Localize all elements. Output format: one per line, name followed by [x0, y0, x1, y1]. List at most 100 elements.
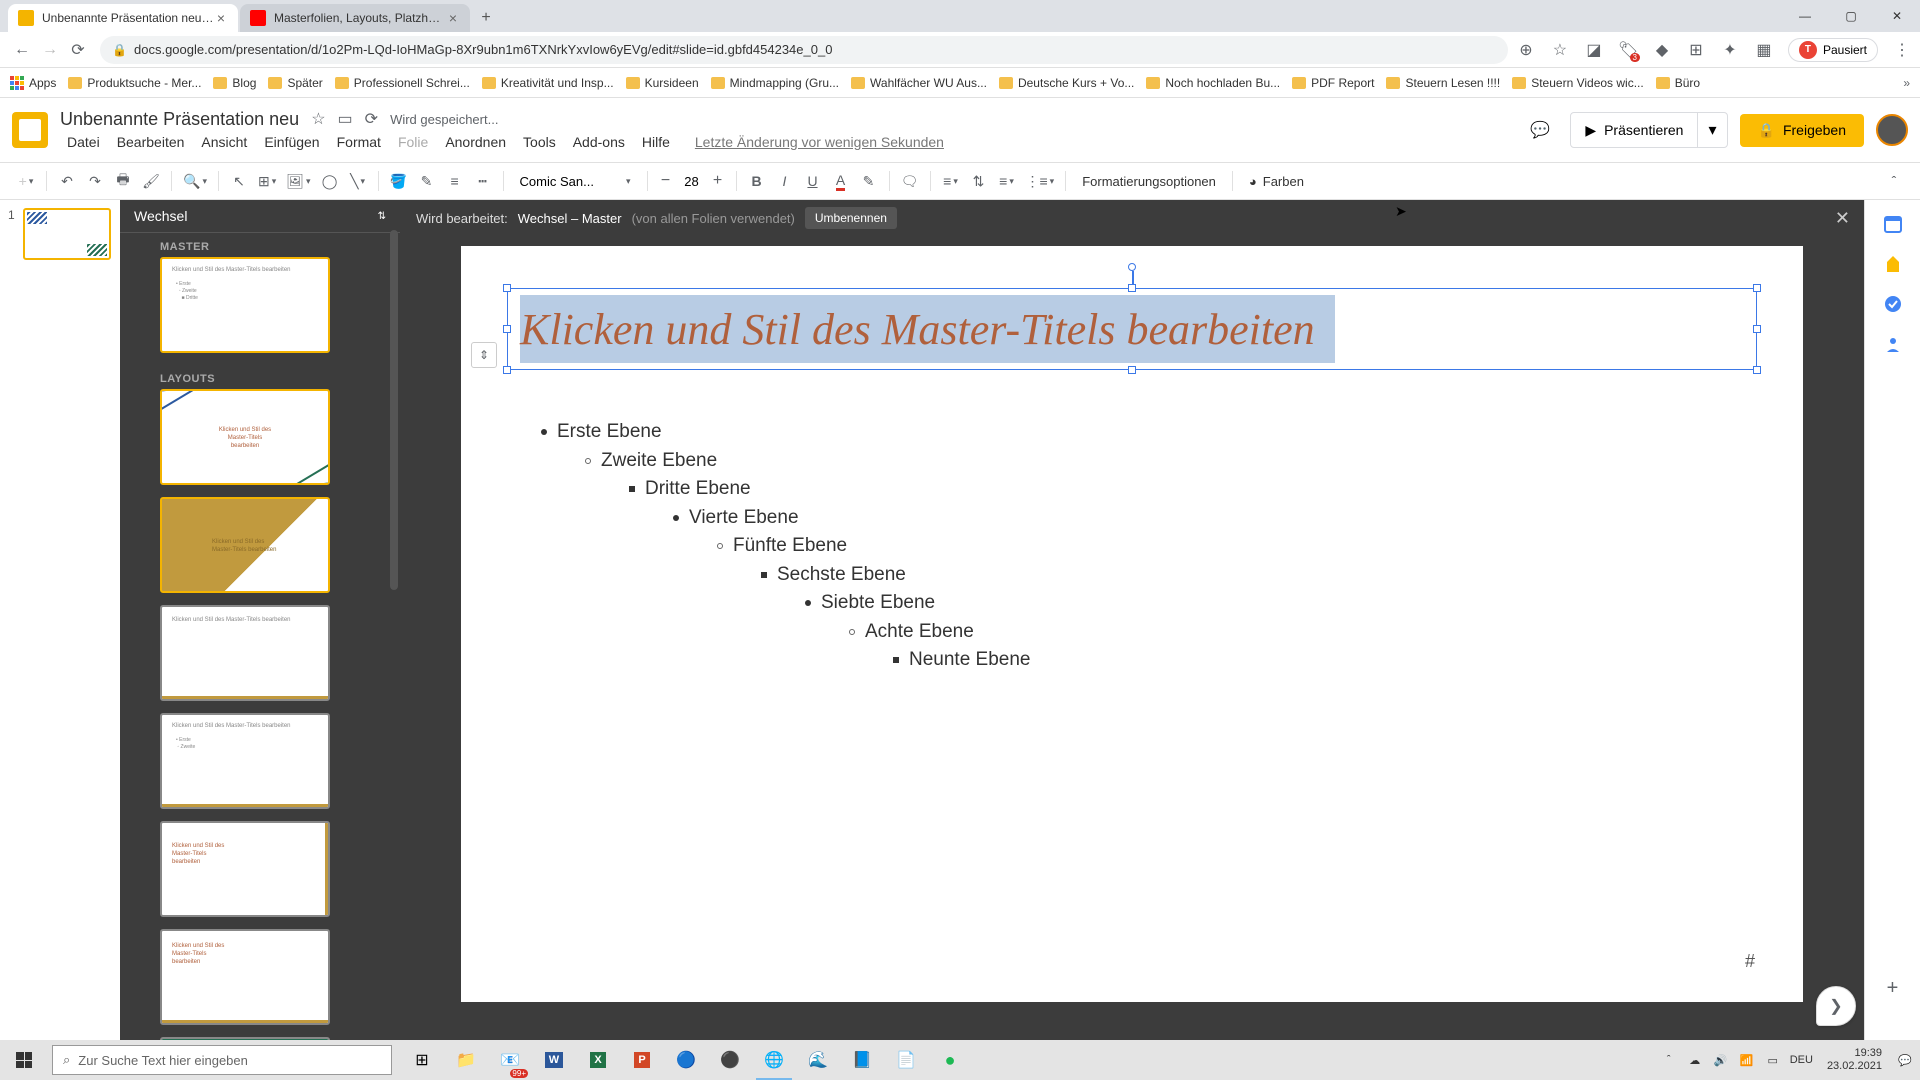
new-tab-button[interactable]: + [472, 4, 500, 32]
textbox-icon[interactable]: ⊞▾ [255, 168, 279, 194]
title-placeholder[interactable]: Klicken und Stil des Master-Titels bearb… [507, 288, 1757, 370]
extensions-menu-icon[interactable]: ✦ [1720, 40, 1740, 60]
slide-thumbnail[interactable] [23, 208, 111, 260]
chrome-profile[interactable]: T Pausiert [1788, 38, 1878, 62]
bookmark-item[interactable]: Büro [1656, 76, 1700, 90]
share-button[interactable]: 🔒 Freigeben [1740, 114, 1864, 147]
app-icon[interactable]: 🔵 [664, 1040, 708, 1080]
layout-thumbnail[interactable]: Klicken und Stil des Master-Titels bearb… [160, 605, 330, 701]
bookmark-item[interactable]: Kreativität und Insp... [482, 76, 614, 90]
align-icon[interactable]: ≡▾ [939, 168, 963, 194]
slides-logo-icon[interactable] [12, 112, 48, 148]
menu-anordnen[interactable]: Anordnen [438, 132, 513, 152]
bookmarks-overflow-icon[interactable]: » [1903, 76, 1910, 90]
word-icon[interactable]: W [532, 1040, 576, 1080]
print-icon[interactable]: 🖶 [111, 168, 135, 194]
powerpoint-icon[interactable]: P [620, 1040, 664, 1080]
select-tool-icon[interactable]: ↖ [227, 168, 251, 194]
reload-icon[interactable]: ⟳ [64, 36, 92, 64]
layout-thumbnail[interactable]: Klicken und Stil des Master-Titels bearb… [160, 713, 330, 809]
layout-thumbnail[interactable]: Klicken und Stil desMaster-Titels bearbe… [160, 497, 330, 593]
language-indicator[interactable]: DEU [1790, 1054, 1813, 1066]
italic-icon[interactable]: I [773, 168, 797, 194]
menu-einfuegen[interactable]: Einfügen [257, 132, 326, 152]
extension-icon[interactable]: ◪ [1584, 40, 1604, 60]
underline-icon[interactable]: U [801, 168, 825, 194]
border-weight-icon[interactable]: ≡ [443, 168, 467, 194]
bookmark-item[interactable]: PDF Report [1292, 76, 1374, 90]
contacts-icon[interactable] [1883, 334, 1903, 354]
present-dropdown[interactable]: ▾ [1697, 113, 1726, 147]
font-family-select[interactable]: Comic San...▾ [512, 174, 639, 189]
move-icon[interactable]: ▭ [338, 109, 353, 129]
resize-handle[interactable] [503, 284, 511, 292]
autofit-icon[interactable]: ⇕ [471, 342, 497, 368]
menu-tools[interactable]: Tools [516, 132, 563, 152]
notepad-icon[interactable]: 📄 [884, 1040, 928, 1080]
obs-icon[interactable]: ⚫ [708, 1040, 752, 1080]
notifications-icon[interactable]: 💬 [1896, 1051, 1914, 1069]
bookmark-item[interactable]: Kursideen [626, 76, 699, 90]
add-sidepanel-icon[interactable]: + [1887, 977, 1899, 1000]
increase-font-size[interactable]: + [708, 171, 728, 191]
taskbar-clock[interactable]: 19:39 23.02.2021 [1821, 1047, 1888, 1073]
paint-format-icon[interactable]: 🖌 [139, 168, 163, 194]
resize-handle[interactable] [503, 325, 511, 333]
border-color-icon[interactable]: ✎ [415, 168, 439, 194]
numbered-list-icon[interactable]: ≡▾ [995, 168, 1019, 194]
resize-handle[interactable] [1128, 366, 1136, 374]
bookmark-item[interactable]: Produktsuche - Mer... [68, 76, 201, 90]
master-thumbnail[interactable]: Klicken und Stil des Master-Titels bearb… [160, 257, 330, 353]
volume-icon[interactable]: 🔊 [1712, 1051, 1730, 1069]
bold-icon[interactable]: B [745, 168, 769, 194]
close-icon[interactable]: × [446, 11, 460, 25]
shape-icon[interactable]: ◯ [318, 168, 342, 194]
decrease-font-size[interactable]: − [656, 171, 676, 191]
present-button[interactable]: ▶ Präsentieren [1571, 113, 1697, 147]
resize-handle[interactable] [1753, 325, 1761, 333]
rotate-handle[interactable] [1128, 263, 1136, 271]
text-color-icon[interactable]: A [829, 168, 853, 194]
scrollbar[interactable] [390, 230, 398, 590]
line-spacing-icon[interactable]: ⇅ [967, 168, 991, 194]
resize-handle[interactable] [503, 366, 511, 374]
account-avatar[interactable] [1876, 114, 1908, 146]
extension-icon[interactable]: 🏷3 [1618, 40, 1638, 60]
cloud-status-icon[interactable]: ⟳ [365, 109, 378, 129]
tasks-icon[interactable] [1883, 294, 1903, 314]
last-change-link[interactable]: Letzte Änderung vor wenigen Sekunden [688, 132, 951, 152]
explore-button[interactable]: ❯ [1816, 986, 1856, 1026]
bookmark-item[interactable]: Steuern Videos wic... [1512, 76, 1644, 90]
layout-thumbnail[interactable]: Klicken und Stil desMaster-Titelsbearbei… [160, 929, 330, 1025]
resize-handle[interactable] [1753, 366, 1761, 374]
chrome-menu-icon[interactable]: ⋮ [1892, 40, 1912, 60]
close-window-icon[interactable]: ✕ [1874, 0, 1920, 32]
resize-handle[interactable] [1128, 284, 1136, 292]
network-icon[interactable]: 📶 [1738, 1051, 1756, 1069]
menu-datei[interactable]: Datei [60, 132, 107, 152]
layout-thumbnail[interactable]: Klicken und Stil desMaster-Titelsbearbei… [160, 821, 330, 917]
format-options-button[interactable]: Formatierungsoptionen [1074, 174, 1224, 189]
font-size-input[interactable]: 28 [676, 173, 708, 190]
redo-icon[interactable]: ↷ [83, 168, 107, 194]
app-icon[interactable]: 📘 [840, 1040, 884, 1080]
bookmark-item[interactable]: Steuern Lesen !!!! [1386, 76, 1500, 90]
image-icon[interactable]: 🖼▾ [283, 168, 313, 194]
extension-icon[interactable]: ▦ [1754, 40, 1774, 60]
close-icon[interactable]: × [214, 11, 228, 25]
bookmark-item[interactable]: Professionell Schrei... [335, 76, 470, 90]
spotify-icon[interactable]: ● [928, 1040, 972, 1080]
menu-format[interactable]: Format [330, 132, 388, 152]
keep-icon[interactable] [1883, 254, 1903, 274]
apps-shortcut[interactable]: Apps [10, 76, 56, 90]
task-view-icon[interactable]: ⊞ [400, 1040, 444, 1080]
zoom-icon[interactable]: ⊕ [1516, 40, 1536, 60]
title-text[interactable]: Klicken und Stil des Master-Titels bearb… [520, 295, 1335, 363]
chrome-icon[interactable]: 🌐 [752, 1040, 796, 1080]
insert-link-icon[interactable]: 🗨 [898, 168, 922, 194]
zoom-icon[interactable]: 🔍▾ [180, 168, 210, 194]
bulleted-list-icon[interactable]: ⋮≡▾ [1023, 168, 1058, 194]
bookmark-item[interactable]: Wahlfächer WU Aus... [851, 76, 987, 90]
excel-icon[interactable]: X [576, 1040, 620, 1080]
star-icon[interactable]: ☆ [1550, 40, 1570, 60]
